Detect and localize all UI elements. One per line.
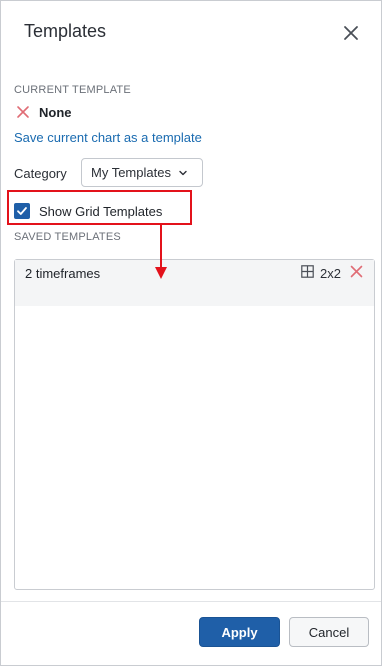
save-as-template-link[interactable]: Save current chart as a template: [14, 130, 202, 145]
category-dropdown[interactable]: My Templates: [81, 158, 203, 187]
apply-button[interactable]: Apply: [199, 617, 280, 647]
none-x-icon: [17, 106, 29, 118]
delete-icon[interactable]: [350, 265, 363, 278]
show-grid-templates-toggle[interactable]: Show Grid Templates: [14, 202, 162, 220]
list-item[interactable]: 2 timeframes 2x2: [15, 260, 374, 306]
dialog-title: Templates: [24, 21, 107, 41]
footer-divider: [1, 601, 381, 602]
chevron-down-icon: [179, 170, 187, 175]
cancel-button[interactable]: Cancel: [289, 617, 369, 647]
current-template-label: CURRENT TEMPLATE: [14, 84, 131, 96]
show-grid-checkbox[interactable]: [14, 203, 30, 219]
current-template-value: None: [39, 104, 72, 120]
template-name: 2 timeframes: [25, 266, 101, 281]
saved-templates-label: SAVED TEMPLATES: [14, 231, 121, 243]
close-icon: [344, 26, 358, 40]
templates-dialog: Templates CURRENT TEMPLATE None Save cur…: [0, 0, 382, 666]
category-selected-value: My Templates: [91, 165, 171, 180]
annotation-arrow: [155, 223, 167, 279]
grid-layout-icon: [301, 265, 314, 278]
current-template-row: None: [16, 103, 72, 121]
dialog-header: Templates: [1, 1, 381, 63]
saved-templates-list: 2 timeframes 2x2: [14, 259, 375, 590]
category-label: Category: [14, 166, 67, 181]
close-button[interactable]: [339, 21, 363, 45]
checkmark-icon: [17, 207, 27, 215]
template-layout: 2x2: [320, 266, 341, 281]
show-grid-label: Show Grid Templates: [39, 203, 163, 219]
